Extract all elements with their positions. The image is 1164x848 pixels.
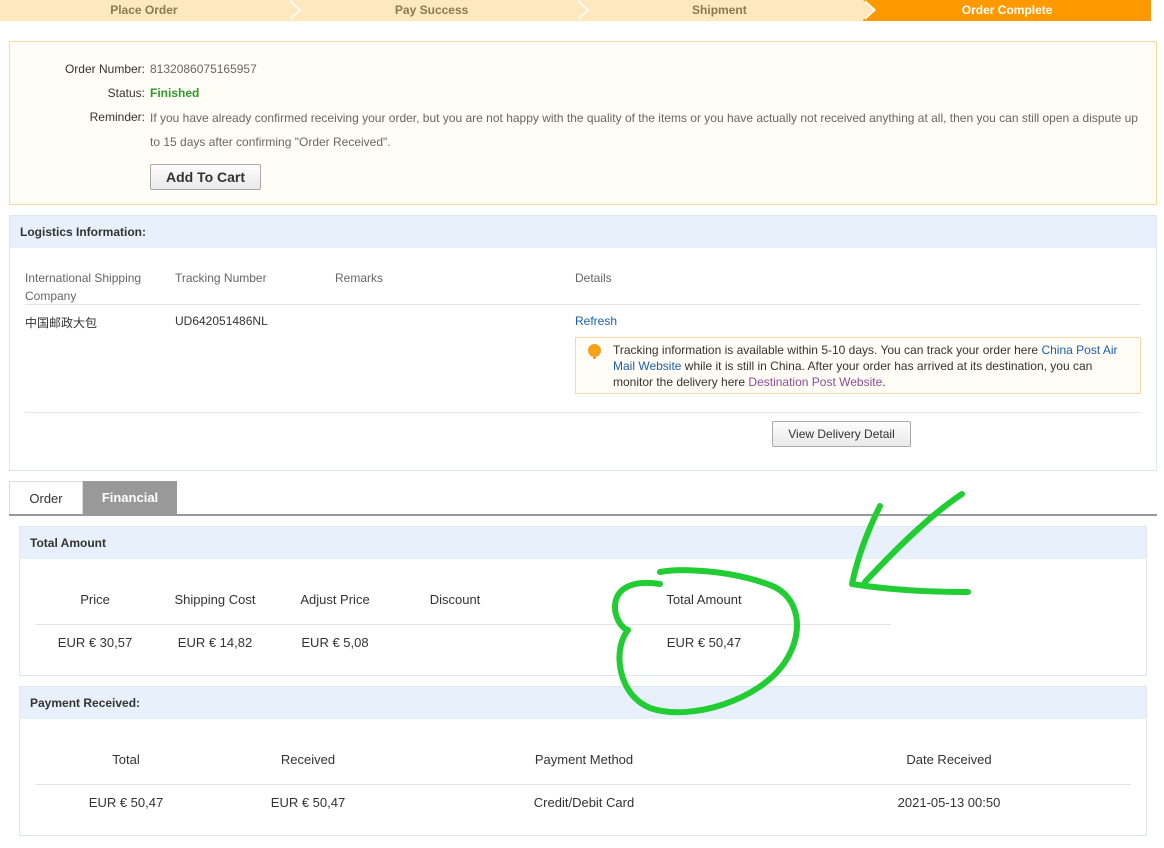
order-summary-panel: Order Number: 8132086075165957 Status: F… — [9, 41, 1157, 205]
col-tracking-number: Tracking Number — [175, 271, 267, 285]
price-value: EUR € 30,57 — [57, 635, 133, 650]
tracking-number-value: UD642051486NL — [175, 314, 268, 328]
divider — [25, 412, 1141, 413]
header-total-amount: Total Amount — [666, 592, 742, 607]
order-number-value: 8132086075165957 — [150, 62, 257, 76]
header-total: Total — [112, 752, 140, 767]
step-place-order: Place Order — [0, 0, 301, 21]
header-received: Received — [280, 752, 336, 767]
payment-received-panel: Payment Received: Total Received Payment… — [19, 686, 1147, 836]
divider — [25, 304, 1141, 305]
header-price: Price — [80, 592, 110, 607]
destination-post-link[interactable]: Destination Post Website — [748, 375, 882, 389]
order-progress-steps: Place Order Pay Success Shipment Order C… — [0, 0, 1151, 21]
reminder-label: Reminder: — [89, 110, 145, 124]
header-shipping-cost: Shipping Cost — [174, 592, 256, 607]
total-amount-title: Total Amount — [20, 527, 1146, 559]
tip-text-3: . — [882, 375, 886, 389]
col-remarks: Remarks — [335, 271, 384, 285]
payment-total-value: EUR € 50,47 — [88, 795, 164, 810]
shipping-company-value: 中国邮政大包 — [25, 316, 98, 330]
payment-received-title: Payment Received: — [20, 687, 1146, 719]
detail-tabs: Order Financial — [9, 481, 1157, 516]
status-value: Finished — [150, 86, 200, 100]
tracking-tip: Tracking information is available within… — [575, 337, 1141, 394]
col-shipping-company: International Shipping Company — [25, 271, 142, 303]
adjust-price-value: EUR € 5,08 — [301, 635, 369, 650]
status-label: Status: — [107, 86, 145, 100]
add-to-cart-button[interactable]: Add To Cart — [150, 164, 261, 190]
view-delivery-detail-button[interactable]: View Delivery Detail — [772, 421, 911, 447]
col-details: Details — [575, 271, 612, 285]
header-date-received: Date Received — [906, 752, 992, 767]
lightbulb-icon — [588, 344, 601, 359]
divider — [35, 624, 891, 625]
tip-text-1: Tracking information is available within… — [613, 343, 1042, 357]
tab-order[interactable]: Order — [9, 481, 83, 514]
header-payment-method: Payment Method — [534, 752, 634, 767]
payment-received-value: EUR € 50,47 — [270, 795, 346, 810]
header-discount: Discount — [429, 592, 481, 607]
header-adjust-price: Adjust Price — [300, 592, 370, 607]
reminder-text: If you have already confirmed receiving … — [150, 111, 1138, 149]
total-amount-panel: Total Amount Price Shipping Cost Adjust … — [19, 526, 1147, 676]
order-number-label: Order Number: — [64, 62, 145, 76]
refresh-link[interactable]: Refresh — [575, 314, 617, 328]
logistics-title: Logistics Information: — [10, 216, 1156, 248]
total-amount-value: EUR € 50,47 — [666, 635, 742, 650]
shipping-cost-value: EUR € 14,82 — [177, 635, 253, 650]
step-pay-success: Pay Success — [287, 0, 589, 21]
tab-financial[interactable]: Financial — [83, 481, 177, 514]
step-shipment: Shipment — [575, 0, 876, 21]
logistics-panel: Logistics Information: International Shi… — [9, 215, 1157, 471]
payment-method-value: Credit/Debit Card — [533, 795, 635, 810]
divider — [35, 784, 1131, 785]
date-received-value: 2021-05-13 00:50 — [897, 795, 1001, 810]
step-order-complete: Order Complete — [863, 0, 1151, 21]
